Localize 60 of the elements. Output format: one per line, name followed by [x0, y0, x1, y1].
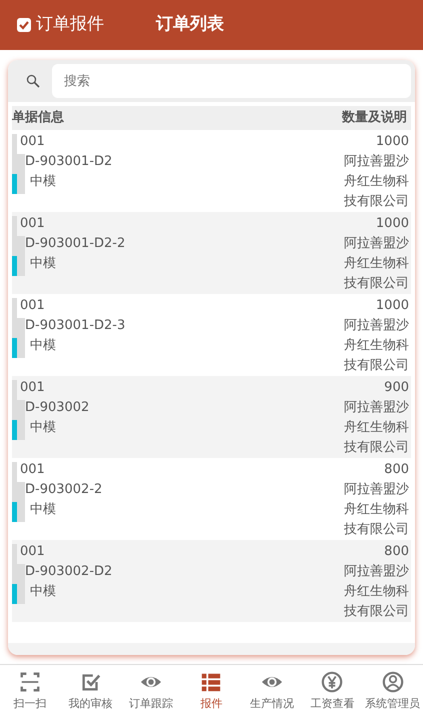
nav-tab[interactable]: 生产情况 [242, 665, 302, 713]
company-name: 阿拉善盟沙 [344, 481, 409, 499]
order-number: D-903002-D2 [25, 563, 112, 581]
order-number: D-903001-D2-3 [25, 317, 126, 335]
company-name: 阿拉善盟沙 [344, 153, 409, 171]
order-code: 001 [20, 461, 46, 479]
user-icon [382, 671, 404, 693]
nav-tab[interactable]: 订单跟踪 [120, 665, 182, 713]
order-number: D-903002 [25, 399, 90, 417]
company-name: 技有限公司 [344, 275, 409, 293]
yen-icon [321, 671, 344, 693]
company-name: 阿拉善盟沙 [344, 563, 409, 581]
order-number: D-903002-2 [25, 481, 102, 499]
order-code: 001 [20, 543, 46, 561]
mold-type: 中模 [30, 255, 57, 273]
mold-type: 中模 [30, 419, 57, 437]
mold-type: 中模 [30, 583, 57, 601]
company-name: 舟红生物科 [344, 337, 409, 355]
mold-type: 中模 [30, 337, 57, 355]
order-code: 001 [20, 133, 46, 151]
company-name: 技有限公司 [344, 603, 409, 621]
company-name: 技有限公司 [344, 439, 409, 457]
search-icon [26, 74, 40, 88]
nav-tab[interactable]: 工资查看 [302, 665, 363, 713]
order-code: 001 [20, 379, 46, 397]
quantity: 800 [383, 461, 409, 479]
order-number: D-903001-D2-2 [25, 235, 126, 253]
quantity: 800 [383, 543, 409, 561]
quantity: 1000 [374, 215, 409, 233]
scan-icon [19, 671, 42, 693]
search-field[interactable]: 搜索 [52, 64, 411, 98]
company-name: 舟红生物科 [344, 255, 409, 273]
company-name: 阿拉善盟沙 [344, 317, 409, 335]
column-header: 数量及说明 [342, 109, 408, 128]
company-name: 技有限公司 [344, 521, 409, 539]
company-name: 阿拉善盟沙 [344, 235, 409, 253]
quantity: 900 [383, 379, 409, 397]
nav-tab[interactable]: 我的审核 [60, 665, 121, 713]
company-name: 舟红生物科 [344, 419, 409, 437]
column-header: 单据信息 [12, 109, 64, 128]
mold-type: 中模 [30, 173, 57, 191]
quantity: 1000 [374, 133, 409, 151]
company-name: 技有限公司 [344, 193, 409, 211]
order-number: D-903001-D2 [25, 153, 112, 171]
quantity: 1000 [374, 297, 409, 315]
page-title: 订单列表 [156, 13, 224, 36]
mold-type: 中模 [30, 501, 57, 519]
order-code: 001 [20, 297, 46, 315]
back-button[interactable]: 订单报件 [16, 12, 104, 38]
company-name: 技有限公司 [344, 357, 409, 375]
company-name: 舟红生物科 [344, 583, 409, 601]
company-name: 阿拉善盟沙 [344, 399, 409, 417]
nav-tab[interactable]: 报件 [181, 665, 242, 713]
nav-tab[interactable]: 扫一扫 [0, 665, 60, 713]
list-icon [200, 671, 222, 693]
order-code: 001 [20, 215, 46, 233]
nav-tab[interactable]: 系统管理员 [362, 665, 423, 713]
company-name: 舟红生物科 [344, 173, 409, 191]
company-name: 舟红生物科 [344, 501, 409, 519]
checkbox-icon [16, 17, 32, 33]
